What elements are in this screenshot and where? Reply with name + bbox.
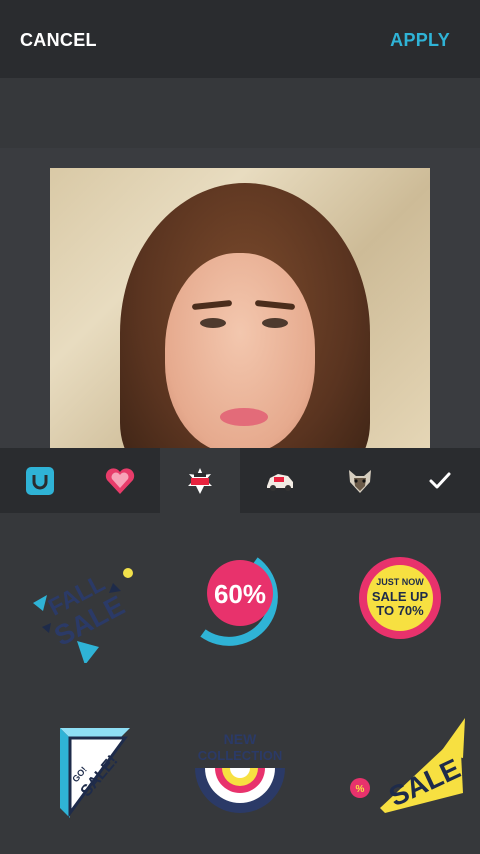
sale-banner-text: SALE	[384, 753, 465, 813]
percent-text: 60%	[214, 579, 266, 609]
photo	[50, 168, 430, 448]
photo-eye-left	[200, 318, 226, 328]
top-bar: CANCEL APPLY	[0, 0, 480, 78]
sticker-new-collection[interactable]: NEW COLLECTION	[160, 683, 320, 853]
sticker-fall-sale[interactable]: FALL SALE	[0, 513, 160, 683]
sticker-grid: FALL SALE 60% JUST NOW SALE UP TO 70% GO…	[0, 513, 480, 854]
tab-heart[interactable]	[80, 448, 160, 513]
fall-sale-icon: FALL SALE	[33, 568, 133, 663]
sticker-just-now[interactable]: JUST NOW SALE UP TO 70%	[320, 513, 480, 683]
just-now-line3: TO 70%	[376, 603, 424, 618]
go-sale-icon: GO! SALE!	[60, 728, 130, 818]
sticker-go-sale[interactable]: GO! SALE!	[0, 683, 160, 853]
bag-icon	[26, 466, 54, 495]
percent-icon: 60%	[200, 557, 278, 646]
apply-button[interactable]: APPLY	[390, 30, 450, 51]
cancel-button[interactable]: CANCEL	[20, 30, 97, 51]
dog-sticker-icon	[349, 469, 371, 493]
just-now-line1: JUST NOW	[376, 577, 424, 587]
new-collection-icon: NEW COLLECTION	[195, 731, 285, 813]
car-sticker-icon	[267, 473, 293, 491]
header-band	[0, 78, 480, 148]
tab-dog[interactable]	[320, 448, 400, 513]
sticker-60-percent[interactable]: 60%	[160, 513, 320, 683]
new-collection-line1: NEW	[224, 731, 257, 747]
sale-banner-badge: %	[356, 784, 365, 795]
sale-banner-icon: % SALE	[350, 718, 465, 813]
heart-sticker-icon	[105, 467, 135, 494]
just-now-line2: SALE UP	[372, 589, 429, 604]
new-collection-line2: COLLECTION	[198, 748, 283, 763]
tab-bag[interactable]	[0, 448, 80, 513]
tab-sale[interactable]	[160, 448, 240, 513]
sticker-category-tabs	[0, 448, 480, 513]
tab-car[interactable]	[240, 448, 320, 513]
photo-eye-right	[262, 318, 288, 328]
tab-confirm[interactable]	[400, 448, 480, 513]
photo-lips	[220, 408, 268, 426]
photo-canvas[interactable]	[0, 148, 480, 448]
sticker-sale-banner[interactable]: % SALE	[320, 683, 480, 853]
sale-sticker-icon	[188, 467, 212, 494]
checkmark-icon	[429, 472, 451, 488]
just-now-icon: JUST NOW SALE UP TO 70%	[359, 557, 441, 639]
